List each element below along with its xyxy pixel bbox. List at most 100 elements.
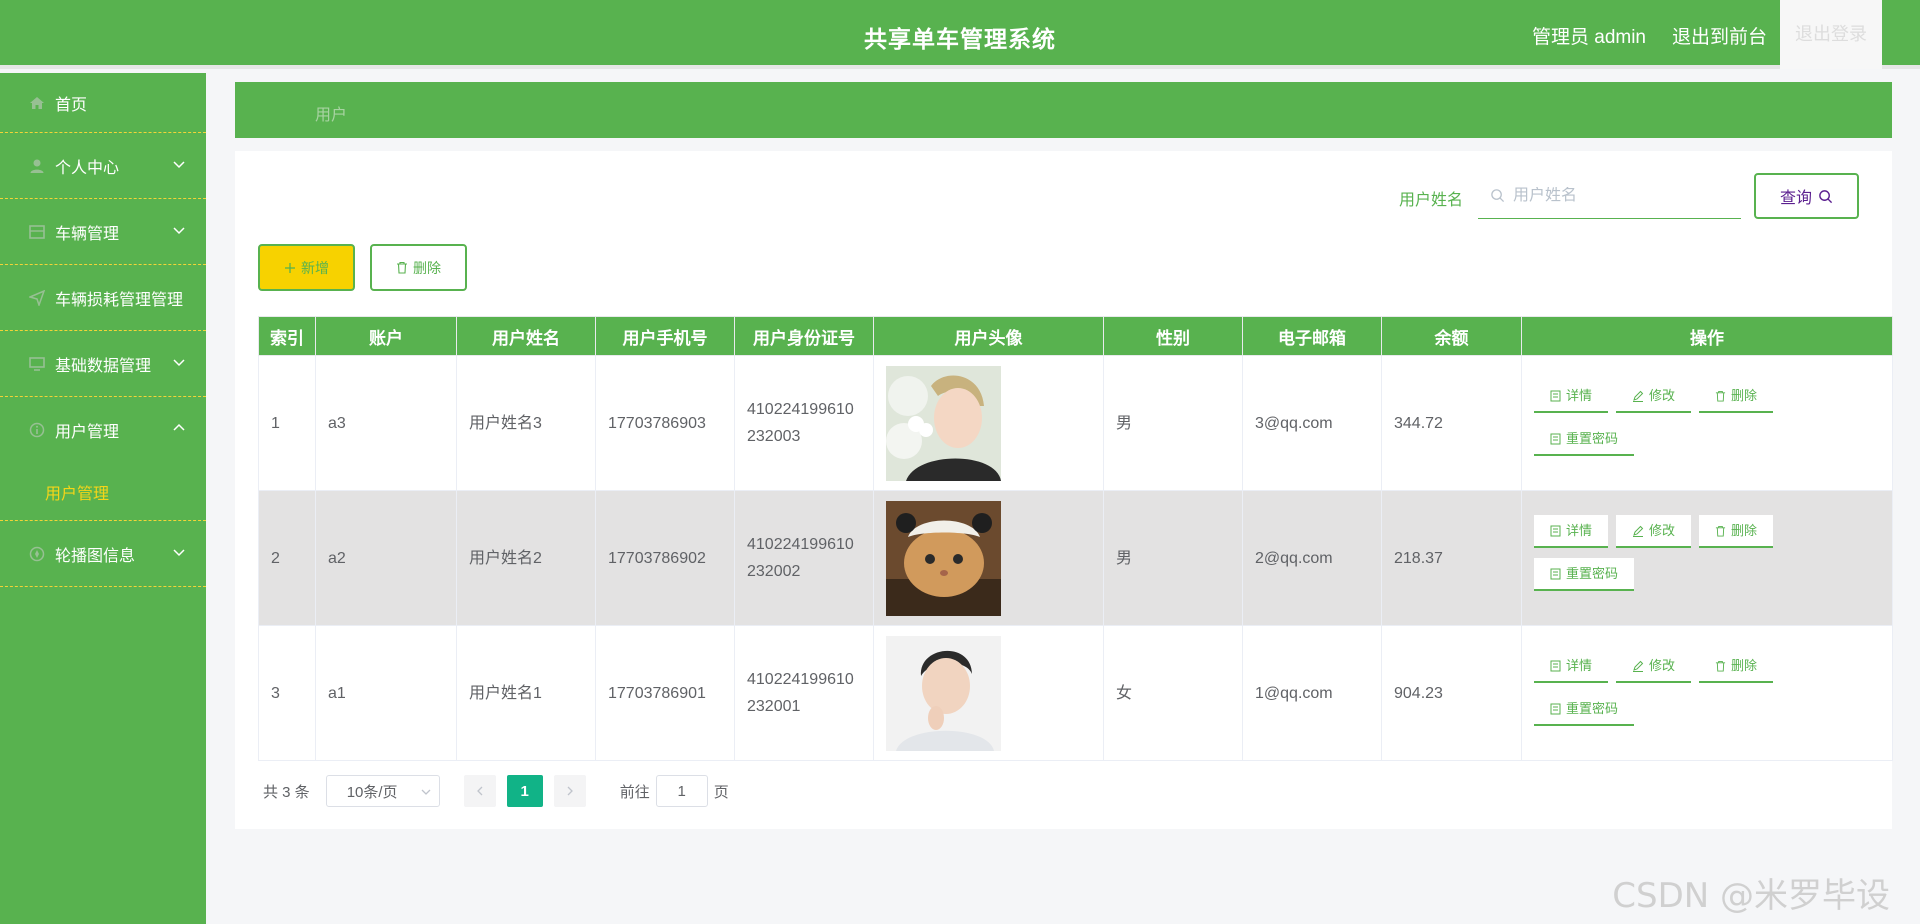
col-header[interactable]: 用户头像 (873, 316, 1104, 356)
back-to-front-link[interactable]: 退出到前台 (1672, 22, 1767, 49)
col-header[interactable]: 用户身份证号 (734, 316, 874, 356)
detail-button[interactable]: 详情 (1534, 515, 1609, 548)
search-icon (1491, 189, 1505, 203)
cell-email: 3@qq.com (1242, 355, 1382, 491)
pencil-icon (1633, 660, 1644, 672)
page-size-select[interactable]: 10条/页 (325, 775, 440, 807)
edit-button[interactable]: 修改 (1616, 650, 1692, 683)
pagination: 共 3 条 10条/页 1 前往 页 (263, 775, 729, 807)
edit-button[interactable]: 修改 (1616, 515, 1692, 548)
goto-label: 前往 (619, 783, 650, 801)
col-header[interactable]: 用户手机号 (595, 316, 735, 356)
users-table: 索引 账户 用户姓名 用户手机号 用户身份证号 用户头像 性别 电子邮箱 余额 … (258, 316, 1893, 761)
delete-label: 删除 (1731, 388, 1758, 403)
sidebar-item-base-data[interactable]: 基础数据管理 (0, 331, 206, 397)
col-header[interactable]: 电子邮箱 (1242, 316, 1382, 356)
current-user: 管理员 admin (1531, 27, 1646, 48)
cell-account: a2 (315, 490, 457, 626)
plus-icon (285, 262, 295, 273)
goto-suffix: 页 (713, 783, 729, 801)
search-input[interactable] (1513, 186, 1733, 205)
sidebar-item-vehicle-wear[interactable]: 车辆损耗管理管理 (0, 265, 206, 331)
sidebar-subitem-user-management[interactable]: 用户管理 (0, 463, 206, 521)
document-icon (1550, 660, 1561, 671)
col-header[interactable]: 余额 (1381, 316, 1522, 356)
sidebar-item-home[interactable]: 首页 (0, 73, 206, 133)
cell-actions: 详情 修改 删除 重置密码 (1521, 355, 1893, 491)
page-number[interactable]: 1 (506, 775, 543, 807)
sidebar-item-users[interactable]: 用户管理 (0, 397, 206, 463)
sidebar-item-carousel[interactable]: 轮播图信息 (0, 521, 206, 587)
cell-index: 1 (258, 355, 316, 491)
document-icon (1550, 390, 1561, 401)
content-panel: 用户姓名 查询 新增 删除 索引 账户 用户姓名 用户手机号 用户身份证号 用户… (235, 151, 1893, 829)
document-icon (1550, 568, 1561, 579)
trash-icon (397, 261, 407, 274)
chevron-down-icon (173, 549, 185, 557)
sidebar: 首页 个人中心 车辆管理 车辆损耗管理管理 基础数据管理 用户管理 用户管理 轮… (0, 73, 206, 924)
next-page-button[interactable] (553, 775, 586, 807)
goto-page-input[interactable] (655, 775, 708, 807)
avatar-photo[interactable] (886, 635, 1001, 751)
search-button[interactable]: 查询 (1754, 173, 1859, 219)
edit-button[interactable]: 修改 (1616, 380, 1692, 413)
breadcrumb: 用户 (235, 82, 1892, 138)
delete-button[interactable]: 删除 (1699, 380, 1774, 413)
reset-password-label: 重置密码 (1566, 701, 1619, 716)
cell-balance: 904.23 (1381, 625, 1522, 761)
cell-gender: 男 (1103, 490, 1243, 626)
cell-email: 2@qq.com (1242, 490, 1382, 626)
cell-gender: 男 (1103, 355, 1243, 491)
total-count: 共 3 条 (263, 783, 310, 801)
reset-password-button[interactable]: 重置密码 (1534, 558, 1635, 591)
table-row[interactable]: 2 a2 用户姓名2 17703786902 410224199610 23200… (258, 490, 1893, 626)
edit-label: 修改 (1649, 658, 1676, 673)
delete-button[interactable]: 删除 (1699, 515, 1774, 548)
detail-button[interactable]: 详情 (1534, 650, 1609, 683)
table-header-row: 索引 账户 用户姓名 用户手机号 用户身份证号 用户头像 性别 电子邮箱 余额 … (258, 316, 1893, 356)
page-size-value: 10条/页 (346, 783, 398, 801)
detail-label: 详情 (1566, 388, 1593, 403)
sidebar-item-personal[interactable]: 个人中心 (0, 133, 206, 199)
sidebar-item-label: 用户管理 (55, 424, 120, 441)
cell-phone: 17703786901 (595, 625, 735, 761)
reset-password-label: 重置密码 (1566, 431, 1619, 446)
prev-page-button[interactable] (463, 775, 496, 807)
logout-button[interactable]: 退出登录 (1780, 0, 1882, 69)
search-field[interactable] (1478, 173, 1741, 219)
sidebar-item-vehicles[interactable]: 车辆管理 (0, 199, 206, 265)
col-header[interactable]: 性别 (1103, 316, 1243, 356)
cell-index: 2 (258, 490, 316, 626)
chevron-down-icon (173, 161, 185, 169)
cell-avatar (873, 625, 1104, 761)
reset-password-button[interactable]: 重置密码 (1534, 423, 1635, 456)
info-icon (28, 422, 45, 439)
search-button-label: 查询 (1779, 190, 1812, 207)
id-part-a: 410224199610 (747, 536, 854, 553)
col-header[interactable]: 账户 (315, 316, 457, 356)
detail-button[interactable]: 详情 (1534, 380, 1609, 413)
delete-button-label: 删除 (413, 259, 441, 276)
document-icon (1550, 703, 1561, 714)
search-icon (1819, 189, 1833, 203)
reset-password-button[interactable]: 重置密码 (1534, 693, 1635, 726)
cell-index: 3 (258, 625, 316, 761)
batch-delete-button[interactable]: 删除 (370, 244, 467, 291)
cell-id-number: 410224199610 232003 (734, 355, 874, 491)
chevron-down-icon (421, 789, 431, 795)
delete-button[interactable]: 删除 (1699, 650, 1774, 683)
cell-account: a3 (315, 355, 457, 491)
col-header[interactable]: 用户姓名 (456, 316, 596, 356)
col-header[interactable]: 索引 (258, 316, 316, 356)
table-row[interactable]: 1 a3 用户姓名3 17703786903 410224199610 23200… (258, 355, 1893, 491)
reset-password-label: 重置密码 (1566, 566, 1619, 581)
table-row[interactable]: 3 a1 用户姓名1 17703786901 410224199610 23200… (258, 625, 1893, 761)
cat-photo[interactable] (886, 500, 1001, 616)
search-label: 用户姓名 (1399, 192, 1464, 209)
add-button[interactable]: 新增 (258, 244, 355, 291)
delete-label: 删除 (1731, 658, 1758, 673)
grid-icon (28, 223, 45, 240)
avatar-photo[interactable] (886, 365, 1001, 481)
cell-actions: 详情 修改 删除 重置密码 (1521, 490, 1893, 626)
chevron-up-icon (173, 423, 185, 431)
